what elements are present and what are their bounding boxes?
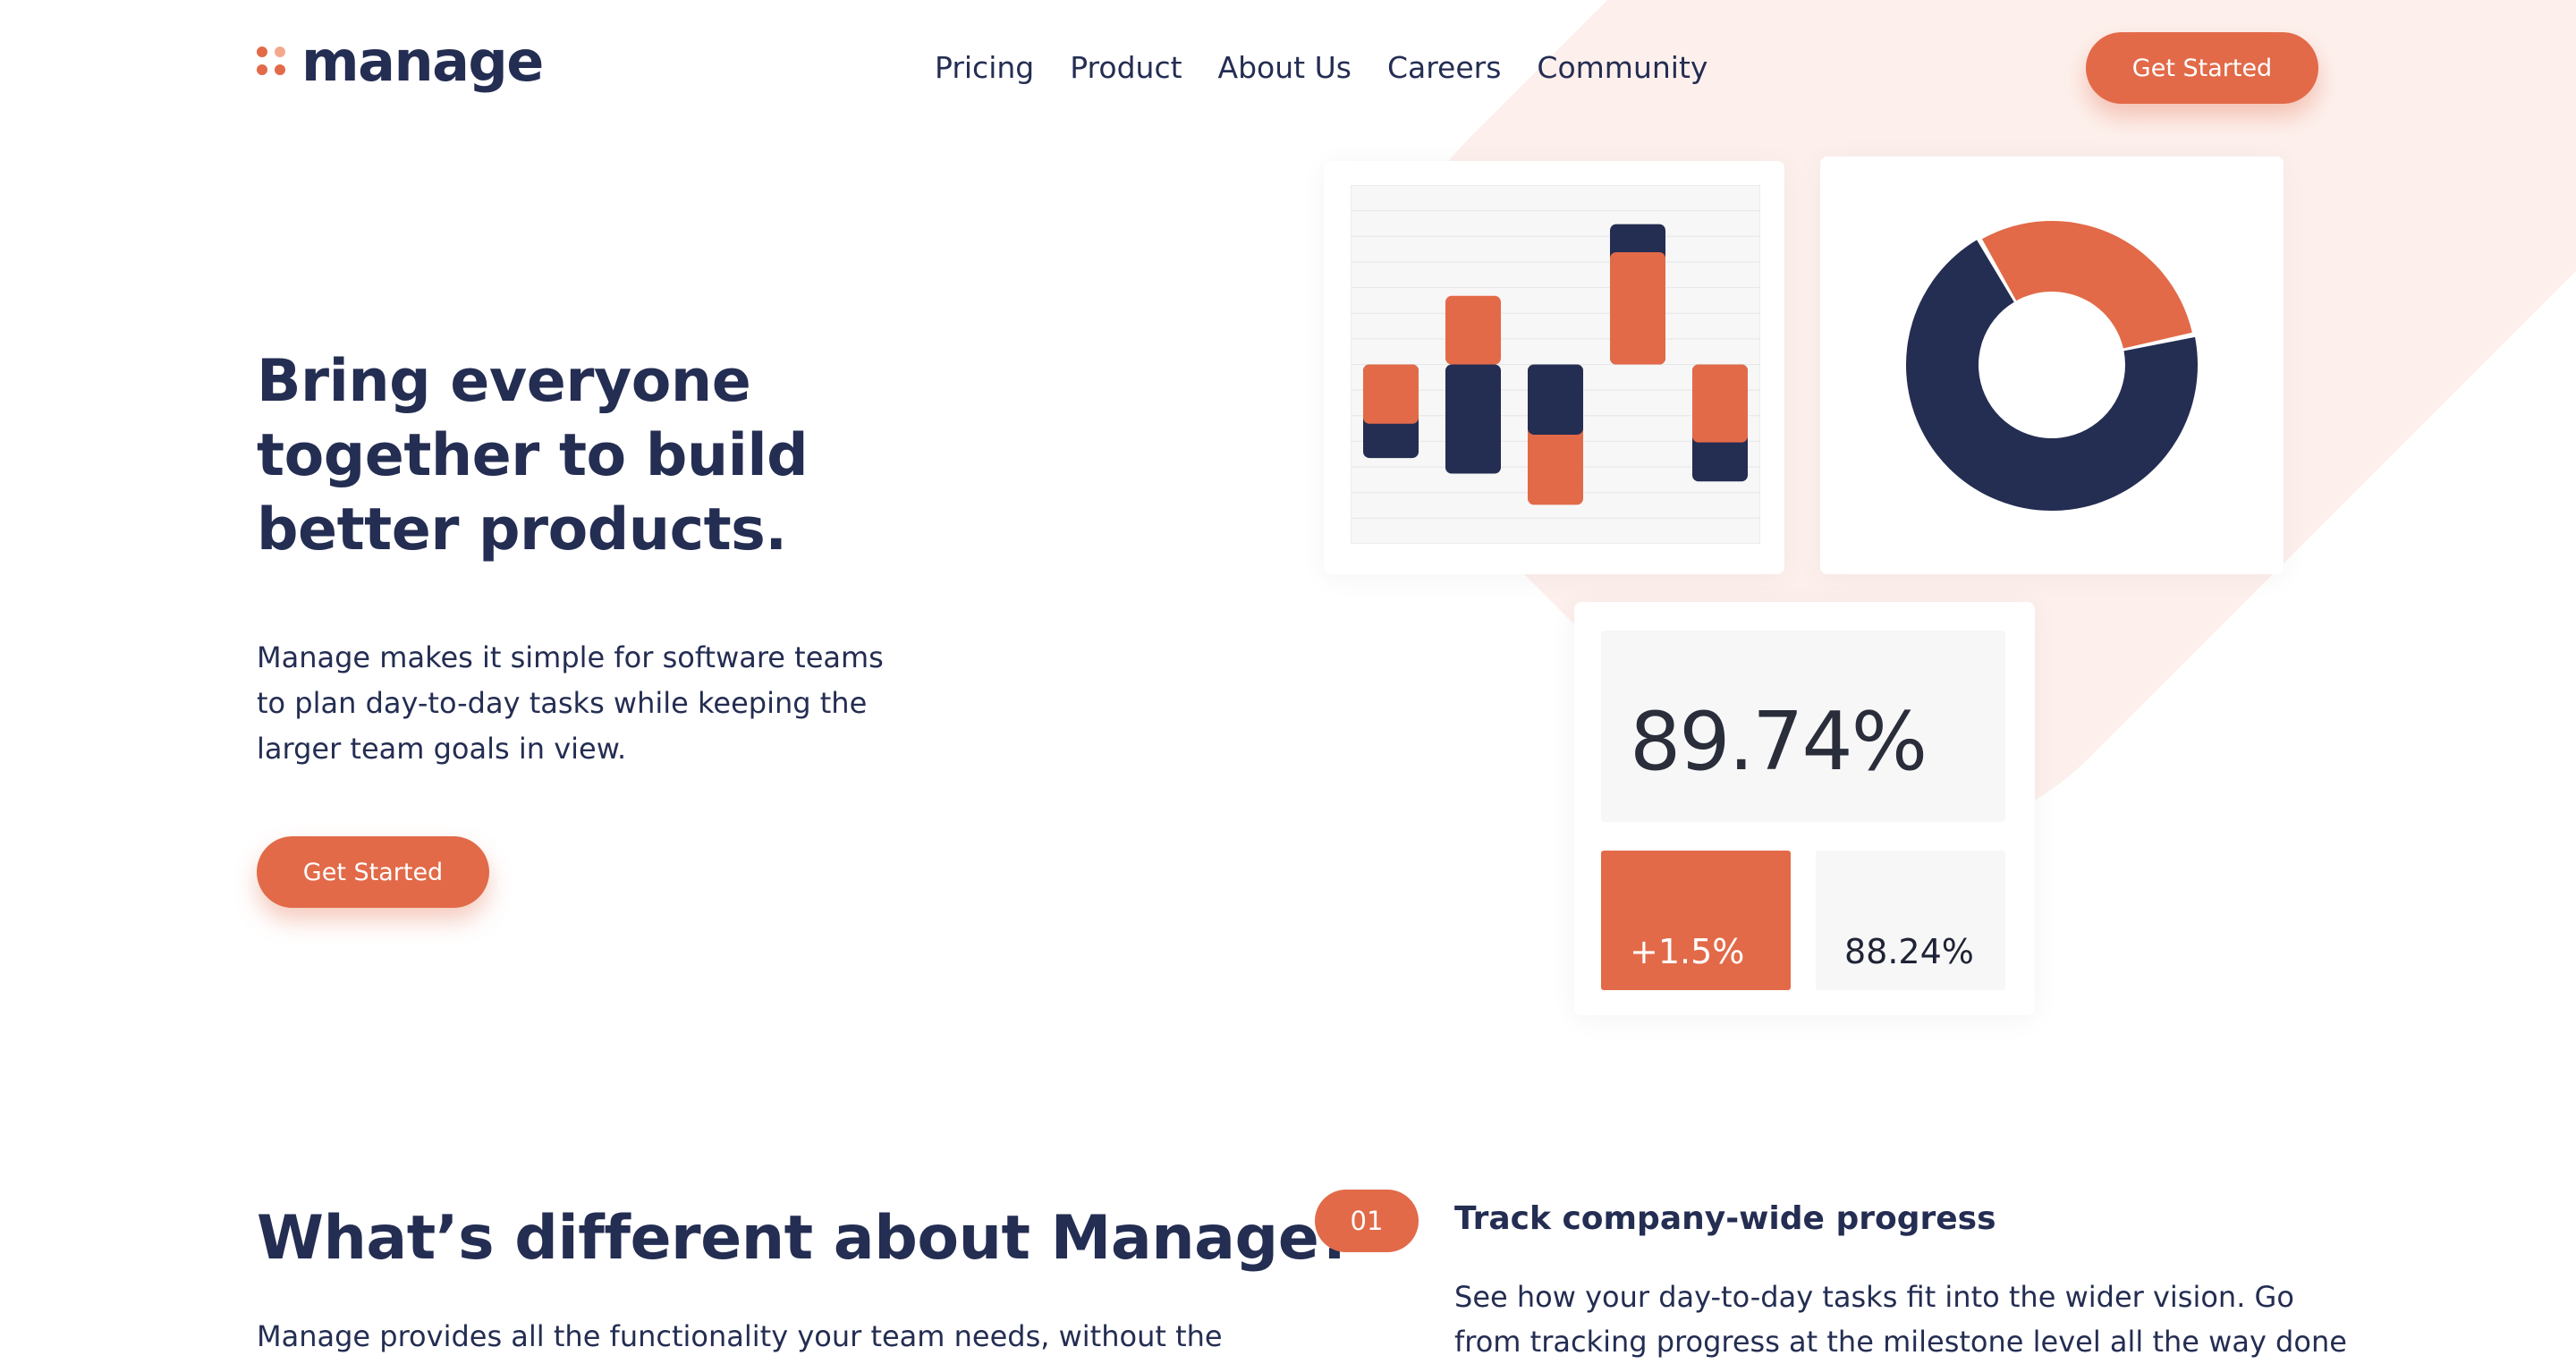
- logo-mark-icon: [257, 47, 287, 77]
- hero-description: Manage makes it simple for software team…: [257, 640, 884, 766]
- bar-series-1-4: [1610, 251, 1665, 365]
- feature-title: Track company-wide progress: [1454, 1200, 1996, 1237]
- bar-series-2-2: [1445, 364, 1501, 474]
- main-nav: Pricing Product About Us Careers Communi…: [935, 50, 1707, 85]
- nav-link-community[interactable]: Community: [1537, 50, 1707, 85]
- header-get-started-button[interactable]: Get Started: [2086, 32, 2318, 104]
- bar-chart: [1351, 185, 1760, 544]
- donut-chart-card: [1820, 157, 2284, 574]
- feature-description: See how your day-to-day tasks fit into t…: [1454, 1280, 2347, 1359]
- nav-link-product[interactable]: Product: [1070, 50, 1182, 85]
- hero-title: Bring everyone together to build better …: [257, 348, 809, 563]
- stats-card: 89.74% +1.5% 88.24%: [1574, 602, 2035, 1015]
- bar-series-2-3: [1528, 364, 1583, 435]
- features-section-title: What’s different about Manage?: [257, 1203, 1354, 1274]
- logo[interactable]: manage: [257, 29, 544, 94]
- hero-get-started-button[interactable]: Get Started: [257, 836, 489, 908]
- nav-link-about-us[interactable]: About Us: [1218, 50, 1352, 85]
- features-section-description: Manage provides all the functionality yo…: [257, 1319, 1223, 1353]
- bar-chart-card: [1324, 161, 1784, 574]
- secondary-stat-box: 88.24%: [1816, 851, 2005, 990]
- donut-chart-svg: [1906, 221, 2198, 511]
- feature-number-badge: 01: [1315, 1190, 1419, 1252]
- change-stat-box: +1.5%: [1601, 851, 1791, 990]
- change-stat-value: +1.5%: [1630, 932, 1745, 971]
- bar-series-1-1: [1363, 364, 1419, 424]
- logo-text: manage: [301, 29, 544, 94]
- primary-stat-box: 89.74%: [1601, 631, 2005, 822]
- secondary-stat-value: 88.24%: [1844, 932, 1974, 971]
- bar-series-1-2: [1445, 295, 1501, 365]
- donut-slice-1: [1981, 221, 2192, 349]
- nav-link-careers[interactable]: Careers: [1387, 50, 1501, 85]
- bar-chart-svg: [1351, 185, 1760, 544]
- bar-series-1-5: [1692, 364, 1748, 443]
- nav-link-pricing[interactable]: Pricing: [935, 50, 1034, 85]
- primary-stat-value: 89.74%: [1630, 695, 1928, 789]
